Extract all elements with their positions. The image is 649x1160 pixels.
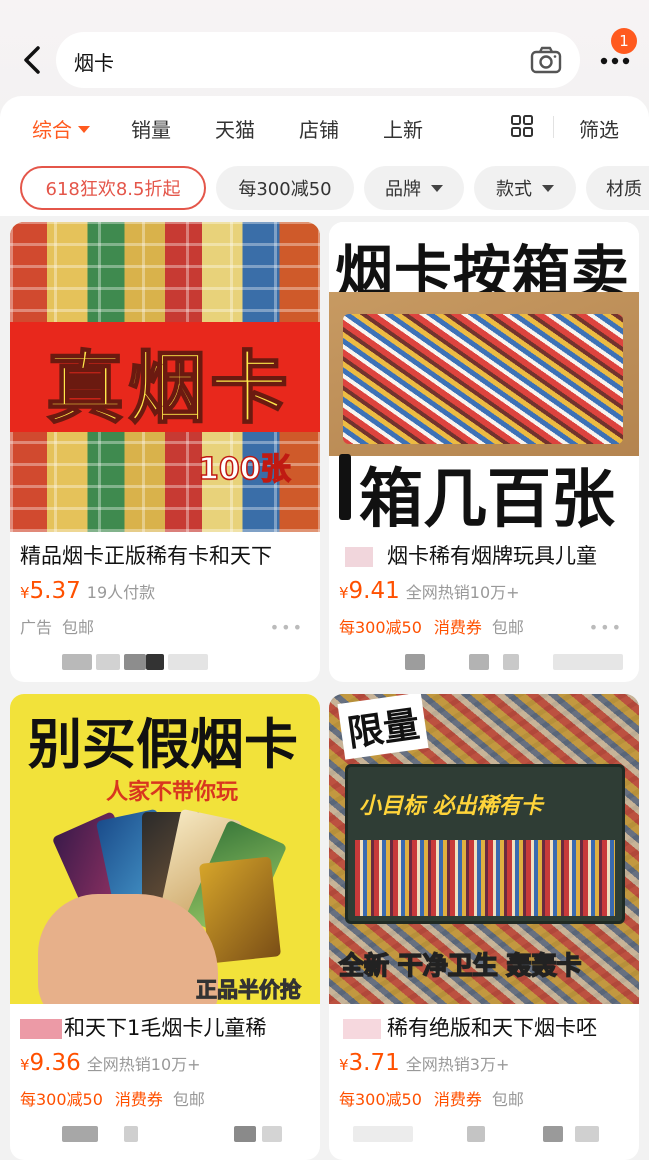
ad-tag: 广告 [20, 618, 53, 637]
back-arrow-icon [24, 46, 40, 74]
product-price: ¥9.41 全网热销10万+ [339, 578, 520, 604]
chip-label: 款式 [496, 179, 532, 200]
image-digit-one [339, 454, 351, 520]
product-price: ¥5.37 19人付款 [20, 578, 155, 604]
search-results-page: 烟卡 1 综合 销量 天猫 店铺 上新 筛选 618狂欢8.5折起 每300减5… [0, 0, 649, 1160]
product-tags: 每300减50 消费券 包邮 [20, 1086, 205, 1110]
tab-tmall[interactable]: 天猫 [215, 114, 255, 143]
caret-down-icon [78, 126, 90, 133]
image-cards-pile [343, 314, 623, 444]
chip-brand[interactable]: 品牌 [364, 166, 464, 210]
sales-count: 19人付款 [86, 583, 156, 602]
free-shipping-tag: 包邮 [172, 1090, 205, 1109]
camera-icon[interactable] [530, 45, 562, 75]
blurred-info [34, 1126, 304, 1142]
tab-sales[interactable]: 销量 [131, 114, 171, 143]
product-price: ¥9.36 全网热销10万+ [20, 1050, 201, 1076]
sales-count: 全网热销10万+ [405, 583, 520, 602]
product-image[interactable]: 别买假烟卡 人家不带你玩 正品半价抢 [10, 694, 320, 1004]
image-cards-row [355, 840, 615, 916]
product-tags: 每300减50 消费券 包邮 [339, 1086, 524, 1110]
image-caption: 箱几百张 [359, 463, 615, 532]
chip-discount[interactable]: 每300减50 [216, 166, 354, 210]
promo-tag: 每300减50 [339, 1090, 422, 1109]
blurred-shop-name [345, 547, 373, 567]
product-title-text: 烟卡稀有烟牌玩具儿童 [387, 544, 597, 568]
price-value: 9.36 [29, 1050, 81, 1076]
blurred-info [353, 654, 623, 670]
product-title[interactable]: 精品烟卡正版稀有卡和天下 [20, 540, 316, 570]
price-symbol: ¥ [20, 584, 30, 602]
coupon-tag: 消费券 [114, 1090, 163, 1109]
filter-button[interactable]: 筛选 [579, 114, 619, 143]
more-dots-icon[interactable]: ••• [589, 618, 623, 637]
product-price: ¥3.71 全网热销3万+ [339, 1050, 509, 1076]
product-image[interactable]: 烟卡按箱卖 箱几百张 [329, 222, 639, 532]
image-headline: 别买假烟卡 [28, 713, 298, 776]
price-value: 3.71 [348, 1050, 400, 1076]
free-shipping-tag: 包邮 [62, 618, 95, 637]
chip-style[interactable]: 款式 [474, 166, 576, 210]
back-button[interactable] [14, 40, 50, 80]
promo-tag: 每300减50 [20, 1090, 103, 1109]
free-shipping-tag: 包邮 [491, 618, 524, 637]
product-card[interactable]: 限量 小目标 必出稀有卡 全新 干净卫生 轰轰卡 稀有绝版和天下烟卡呸 ¥3.7… [329, 694, 639, 1160]
blurred-shop-name [343, 1019, 381, 1039]
price-symbol: ¥ [339, 1056, 349, 1074]
price-symbol: ¥ [339, 584, 349, 602]
tab-new-arrivals[interactable]: 上新 [383, 114, 423, 143]
notification-badge: 1 [611, 28, 637, 54]
search-query-text: 烟卡 [74, 51, 114, 75]
image-headline: 真烟卡 [45, 343, 293, 435]
product-title-text: 稀有绝版和天下烟卡呸 [387, 1016, 597, 1040]
grid-view-icon[interactable] [510, 114, 534, 138]
tab-label: 综合 [32, 118, 72, 142]
image-caption: 正品半价抢 [196, 978, 302, 1003]
caret-down-icon [542, 184, 554, 192]
promo-tag: 每300减50 [339, 618, 422, 637]
blurred-info [34, 654, 304, 670]
product-tags: 广告 包邮 [20, 614, 94, 638]
coupon-tag: 消费券 [433, 1090, 482, 1109]
price-value: 5.37 [29, 578, 81, 604]
coupon-tag: 消费券 [433, 618, 482, 637]
chip-material[interactable]: 材质 [586, 166, 649, 210]
sort-tabs: 综合 销量 天猫 店铺 上新 筛选 [0, 96, 649, 158]
more-dots-icon[interactable]: ••• [270, 618, 304, 637]
price-value: 9.41 [348, 578, 400, 604]
free-shipping-tag: 包邮 [491, 1090, 524, 1109]
tab-stores[interactable]: 店铺 [299, 114, 339, 143]
product-card[interactable]: 别买假烟卡 人家不带你玩 正品半价抢 和天下1毛烟卡儿童稀 ¥9.36 全网热销1… [10, 694, 320, 1160]
blurred-info [353, 1126, 623, 1142]
chip-label: 品牌 [385, 179, 421, 200]
product-title[interactable]: 稀有绝版和天下烟卡呸 [343, 1012, 639, 1042]
image-caption: 100张 [197, 451, 291, 488]
filter-chips: 618狂欢8.5折起 每300减50 品牌 款式 材质 [0, 158, 649, 216]
product-title[interactable]: 烟卡稀有烟牌玩具儿童 [345, 540, 639, 570]
product-tags: 每300减50 消费券 包邮 [339, 614, 524, 638]
product-image[interactable]: 限量 小目标 必出稀有卡 全新 干净卫生 轰轰卡 [329, 694, 639, 1004]
chip-618-promo[interactable]: 618狂欢8.5折起 [20, 166, 206, 210]
price-symbol: ¥ [20, 1056, 30, 1074]
tab-divider [553, 116, 554, 138]
blurred-shop-name [20, 1019, 62, 1039]
sales-count: 全网热销10万+ [86, 1055, 201, 1074]
product-card[interactable]: 烟卡按箱卖 箱几百张 烟卡稀有烟牌玩具儿童 ¥9.41 全网热销10万+ 每300… [329, 222, 639, 682]
top-bar: 烟卡 1 [0, 0, 649, 96]
image-subheadline: 小目标 必出稀有卡 [359, 794, 543, 819]
product-image[interactable]: 真烟卡 100张 [10, 222, 320, 532]
product-title-text: 和天下1毛烟卡儿童稀 [64, 1016, 267, 1040]
product-title[interactable]: 和天下1毛烟卡儿童稀 [20, 1012, 316, 1042]
tab-comprehensive[interactable]: 综合 [32, 114, 90, 143]
image-caption: 全新 干净卫生 轰轰卡 [338, 950, 582, 981]
image-subheadline: 人家不带你玩 [106, 780, 239, 805]
caret-down-icon [431, 184, 443, 192]
search-input[interactable]: 烟卡 [56, 32, 580, 88]
sales-count: 全网热销3万+ [405, 1055, 510, 1074]
image-label-limited: 限量 [337, 694, 429, 760]
product-card[interactable]: 真烟卡 100张 精品烟卡正版稀有卡和天下 ¥5.37 19人付款 广告 包邮 ••… [10, 222, 320, 682]
